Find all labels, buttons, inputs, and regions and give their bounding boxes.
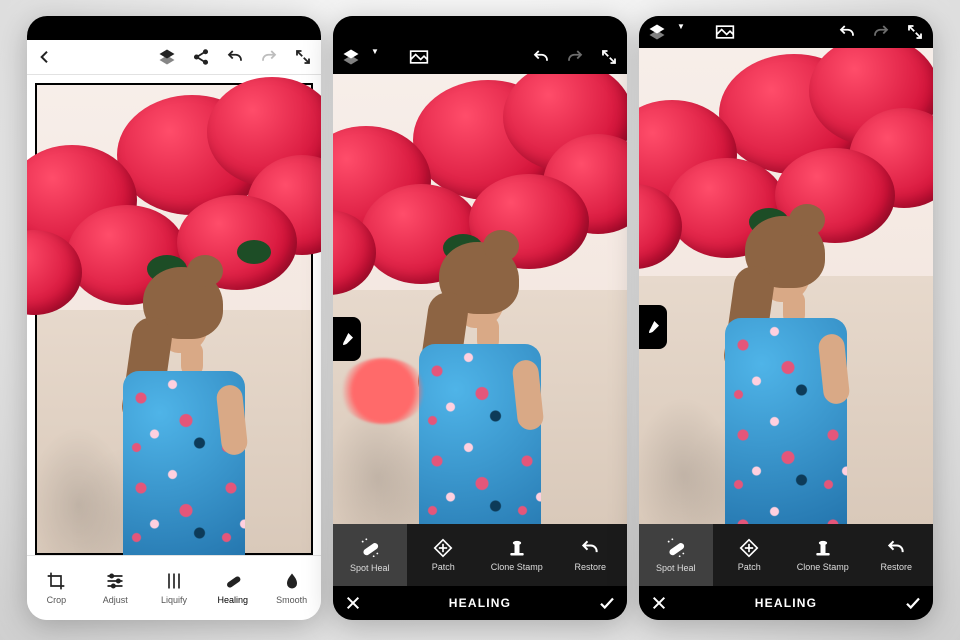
tool-spot-heal[interactable]: Spot Heal: [333, 524, 407, 586]
fullscreen-icon[interactable]: [599, 47, 619, 67]
chevron-down-icon[interactable]: ▼: [671, 16, 691, 36]
tool-patch[interactable]: Patch: [713, 524, 787, 586]
canvas[interactable]: [27, 75, 321, 555]
tool-clone-stamp[interactable]: Clone Stamp: [480, 524, 554, 586]
back-icon[interactable]: [35, 47, 55, 67]
statusbar: [27, 16, 321, 40]
mode-title: HEALING: [669, 596, 903, 610]
tool-label: Clone Stamp: [797, 562, 849, 572]
tool-smooth[interactable]: Smooth: [262, 571, 321, 605]
tool-crop[interactable]: Crop: [27, 571, 86, 605]
cancel-icon[interactable]: [649, 593, 669, 613]
tool-patch[interactable]: Patch: [407, 524, 481, 586]
heal-selection-overlay: [339, 358, 427, 424]
healing-tool-row: Spot Heal Patch Clone Stamp Restore: [639, 524, 933, 586]
tool-label: Restore: [880, 562, 912, 572]
accept-icon[interactable]: [597, 593, 617, 613]
tool-adjust[interactable]: Adjust: [86, 571, 145, 605]
brush-settings-tab[interactable]: [639, 305, 667, 349]
canvas[interactable]: [639, 48, 933, 524]
share-icon[interactable]: [191, 47, 211, 67]
accept-icon[interactable]: [903, 593, 923, 613]
confirm-bar: HEALING: [639, 586, 933, 620]
layers-icon[interactable]: [647, 22, 667, 42]
undo-icon[interactable]: [531, 47, 551, 67]
tool-label: Liquify: [161, 595, 187, 605]
statusbar: [333, 16, 627, 40]
chevron-down-icon[interactable]: ▼: [365, 41, 385, 61]
tool-restore[interactable]: Restore: [554, 524, 628, 586]
tool-spot-heal[interactable]: Spot Heal: [639, 524, 713, 586]
top-toolbar: [27, 40, 321, 75]
cancel-icon[interactable]: [343, 593, 363, 613]
top-toolbar: ▼: [639, 16, 933, 48]
fullscreen-icon[interactable]: [905, 22, 925, 42]
tool-clone-stamp[interactable]: Clone Stamp: [786, 524, 860, 586]
mode-title: HEALING: [363, 596, 597, 610]
tool-label: Spot Heal: [656, 563, 696, 573]
top-toolbar: ▼: [333, 40, 627, 74]
brush-settings-tab[interactable]: [333, 317, 361, 361]
tool-label: Spot Heal: [350, 563, 390, 573]
tool-liquify[interactable]: Liquify: [145, 571, 204, 605]
phone-dark-before: ▼: [333, 16, 627, 620]
panorama-icon[interactable]: [715, 22, 735, 42]
canvas[interactable]: [333, 74, 627, 524]
fullscreen-icon[interactable]: [293, 47, 313, 67]
undo-icon[interactable]: [837, 22, 857, 42]
undo-icon[interactable]: [225, 47, 245, 67]
healing-tool-row: Spot Heal Patch Clone Stamp Restore: [333, 524, 627, 586]
redo-icon[interactable]: [565, 47, 585, 67]
tool-label: Patch: [738, 562, 761, 572]
tool-label: Clone Stamp: [491, 562, 543, 572]
panorama-icon[interactable]: [409, 47, 429, 67]
confirm-bar: HEALING: [333, 586, 627, 620]
tool-healing[interactable]: Healing: [203, 571, 262, 605]
tool-label: Healing: [218, 595, 249, 605]
bottom-toolbar: Crop Adjust Liquify Healing Smooth: [27, 555, 321, 620]
tool-restore[interactable]: Restore: [860, 524, 934, 586]
tool-label: Smooth: [276, 595, 307, 605]
layers-icon[interactable]: [157, 47, 177, 67]
tool-label: Adjust: [103, 595, 128, 605]
tool-label: Restore: [574, 562, 606, 572]
phone-light: Crop Adjust Liquify Healing Smooth: [27, 16, 321, 620]
redo-icon[interactable]: [259, 47, 279, 67]
layers-icon[interactable]: [341, 47, 361, 67]
redo-icon[interactable]: [871, 22, 891, 42]
phone-dark-after: ▼: [639, 16, 933, 620]
tool-label: Patch: [432, 562, 455, 572]
tool-label: Crop: [47, 595, 67, 605]
